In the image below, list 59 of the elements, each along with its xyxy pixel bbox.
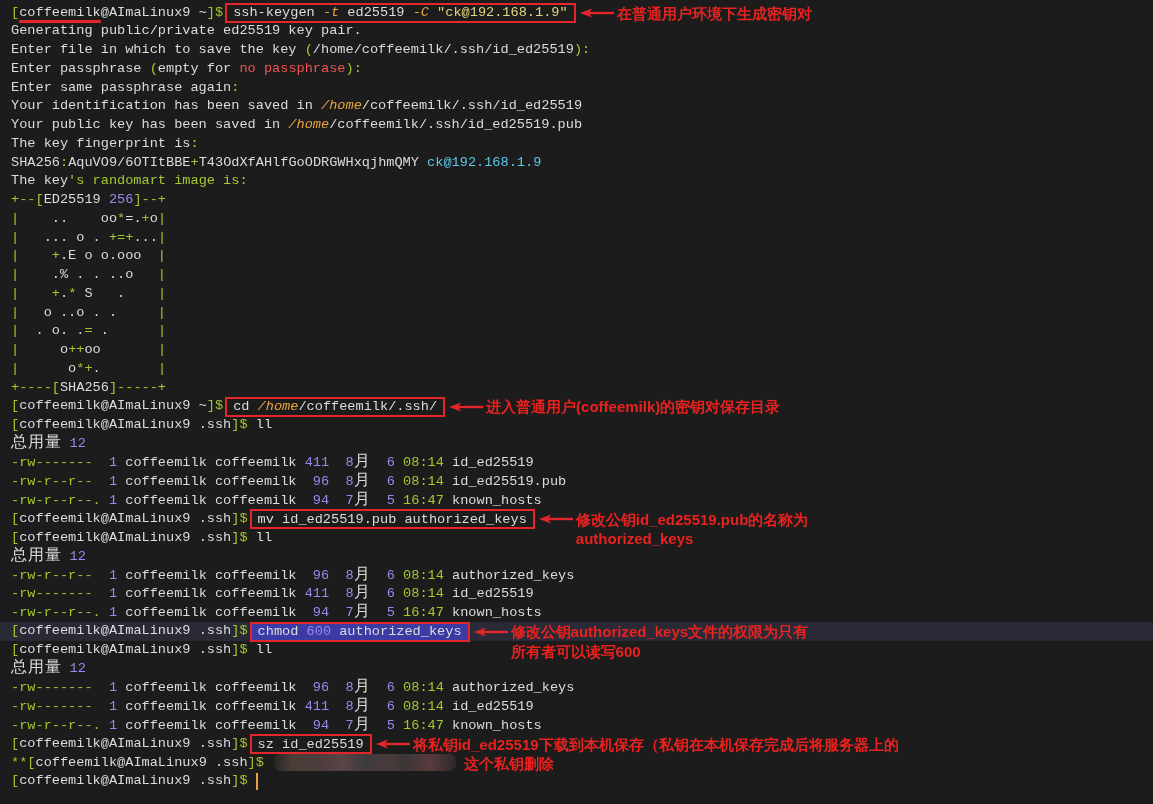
terminal-line: | +.* S . | [11,284,167,303]
terminal-line: Generating public/private ed25519 key pair. [11,22,362,41]
shell-prompt: [coffeemilk@AImaLinux9 .ssh]$ [11,734,248,753]
terminal-line: Enter passphrase (empty for no passphrase): [11,59,362,78]
pointer-arrow [473,626,508,637]
terminal-line: | o ..o . . | [11,303,167,322]
terminal-line: [coffeemilk@AImaLinux9 .ssh]$ ll [11,416,273,434]
annotation-note: 修改公钥authorized_keys文件的权限为只有 所有者可以读写600 [510,622,809,662]
terminal-line: +----[SHA256]-----+ [11,378,166,397]
shell-prompt: [coffeemilk@AImaLinux9 .ssh]$ [11,772,248,791]
terminal-line: -rw------- 1 coffeemilk coffeemilk 411 8月 6 08:14 id_ed25519 [11,453,534,472]
terminal-line: | .. oo*=.+o| [11,209,167,228]
pointer-arrow [375,739,410,750]
terminal-line: SHA256:AquVO9/6OTItBBE+T43OdXfAHlfGoODRGWHxqjhmQMY ck@192.168.1.9 [11,153,542,172]
terminal-line: -rw-r--r--. 1 coffeemilk coffeemilk 94 7月 5 16:47 known_hosts [11,490,542,511]
terminal-line: The key fingerprint is: [11,134,199,153]
terminal-line: | ... o . +=+...| [11,228,167,247]
terminal-line: -rw-r--r--. 1 coffeemilk coffeemilk 94 7月 5 16:47 known_hosts [11,715,542,736]
boxed-command: chmod 600 authorized_keys [249,621,470,642]
shell-prompt: [coffeemilk@AImaLinux9 ~]$ [11,397,224,416]
shell-prompt: [coffeemilk@AImaLinux9 .ssh]$ [11,509,248,528]
terminal-line: +--[ED25519 256]--+ [11,191,167,210]
annotation-note: 修改公钥id_ed25519.pub的名称为 authorized_keys [575,509,809,549]
terminal-line: 总用量 12 [11,434,86,455]
annotation-note: 将私钥id_ed25519下载到本机保存（私钥在本机保存完成后将服务器上的 [412,734,899,755]
terminal-line: [coffeemilk@AImaLinux9 .ssh]$ ll [11,641,273,659]
terminal-line: | o*+. | [11,359,167,378]
boxed-command: cd /home/coffeemilk/.ssh/ [225,396,446,417]
terminal-line: | .% . . ..o | [11,266,167,285]
shell-prompt: [coffeemilk@AImaLinux9 .ssh]$ [11,622,248,641]
terminal-line: The key's randomart image is: [11,172,248,191]
pointer-arrow [579,7,614,18]
shell-prompt: [coffeemilk@AImaLinux9 ~]$ [11,3,224,22]
terminal-line: Your identification has been saved in /home/coffeemilk/.ssh/id_ed25519 [11,97,583,116]
terminal-line: Your public key has been saved in /home/coffeemilk/.ssh/id_ed25519.pub [11,116,583,135]
shell-prompt: **[coffeemilk@AImaLinux9 .ssh]$ [11,753,264,772]
annotation-note: 进入普通用户(coffeemilk)的密钥对保存目录 [486,397,781,417]
boxed-command: sz id_ed25519 [249,734,372,755]
terminal-line: | +.E o o.ooo | [11,247,167,266]
terminal-line: -rw-r--r-- 1 coffeemilk coffeemilk 96 8月 6 08:14 id_ed25519.pub [11,471,567,491]
text-cursor [255,773,258,791]
terminal-line: 总用量 12 [11,659,86,680]
boxed-command: mv id_ed25519.pub authorized_keys [249,509,535,530]
terminal-line: -rw------- 1 coffeemilk coffeemilk 96 8月 6 08:14 authorized_keys [11,678,575,697]
terminal-line: | o++oo | [11,341,167,360]
terminal-line: -rw------- 1 coffeemilk coffeemilk 411 8月 6 08:14 id_ed25519 [11,584,534,603]
annotation-note: 在普通用户环境下生成密钥对 [616,3,812,24]
pointer-arrow [449,401,484,412]
terminal-line: -rw-r--r-- 1 coffeemilk coffeemilk 96 8月 6 08:14 authorized_keys [11,565,575,584]
terminal-line: -rw------- 1 coffeemilk coffeemilk 411 8月 6 08:14 id_ed25519 [11,696,534,716]
boxed-command: ssh-keygen -t ed25519 -C "ck@192.168.1.9" [225,2,576,23]
terminal-line: -rw-r--r--. 1 coffeemilk coffeemilk 94 7月 5 16:47 known_hosts [11,603,542,623]
pointer-arrow [538,514,573,525]
annotation-note: 这个私钥删除 [463,753,554,774]
terminal-line: | . o. .= . | [11,322,167,341]
terminal-line: Enter file in which to save the key (/home/coffeemilk/.ssh/id_ed25519): [11,41,591,60]
terminal-line: [coffeemilk@AImaLinux9 .ssh]$ ll [11,528,273,547]
terminal-line: Enter same passphrase again: [11,78,240,97]
terminal-line: 总用量 12 [11,546,86,567]
